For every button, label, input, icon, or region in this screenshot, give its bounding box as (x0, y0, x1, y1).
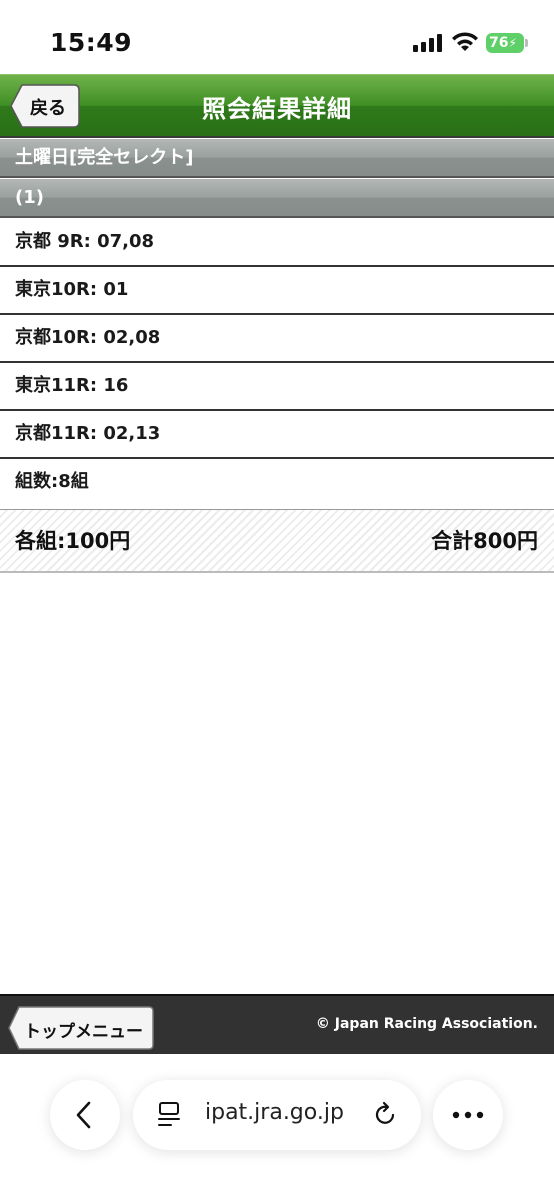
reload-icon[interactable] (371, 1100, 399, 1128)
race-selection-row: 東京10R: 01 (0, 267, 554, 315)
per-combination-amount: 各組:100円 (15, 529, 131, 553)
wifi-icon (452, 32, 478, 51)
cellular-signal-icon (413, 34, 443, 52)
battery-level: 76 (489, 35, 509, 51)
group-header: (1) (0, 179, 554, 218)
battery-nub (525, 39, 528, 47)
battery-icon: 76⚡ (486, 33, 524, 53)
address-bar[interactable]: ipat.jra.go.jp (133, 1080, 421, 1150)
footer: トップメニュー © Japan Racing Association. (0, 994, 554, 1054)
combination-count-row: 組数:8組 (0, 459, 554, 507)
race-selection-row: 京都11R: 02,13 (0, 411, 554, 459)
race-selection-row: 京都10R: 02,08 (0, 315, 554, 363)
more-options-button[interactable] (433, 1080, 503, 1150)
copyright-text: © Japan Racing Association. (315, 1016, 538, 1032)
ellipsis-icon (452, 1111, 484, 1119)
totals-row: 各組:100円 合計800円 (0, 509, 554, 573)
page-title: 照会結果詳細 (202, 95, 352, 123)
bet-type-header: 土曜日[完全セレクト] (0, 139, 554, 178)
app-header: 戻る 照会結果詳細 (0, 74, 554, 138)
race-selection-row: 東京11R: 16 (0, 363, 554, 411)
status-time: 15:49 (50, 28, 133, 57)
top-menu-label: トップメニュー (24, 1022, 143, 1042)
status-bar: 15:49 76⚡ (0, 0, 554, 74)
total-amount: 合計800円 (431, 529, 538, 553)
race-selection-row: 京都 9R: 07,08 (0, 219, 554, 267)
page-format-icon (158, 1102, 180, 1126)
url-text: ipat.jra.go.jp (205, 1100, 344, 1125)
chevron-left-icon (76, 1101, 91, 1129)
top-menu-button[interactable]: トップメニュー (8, 1006, 154, 1050)
browser-back-button[interactable] (50, 1080, 120, 1150)
